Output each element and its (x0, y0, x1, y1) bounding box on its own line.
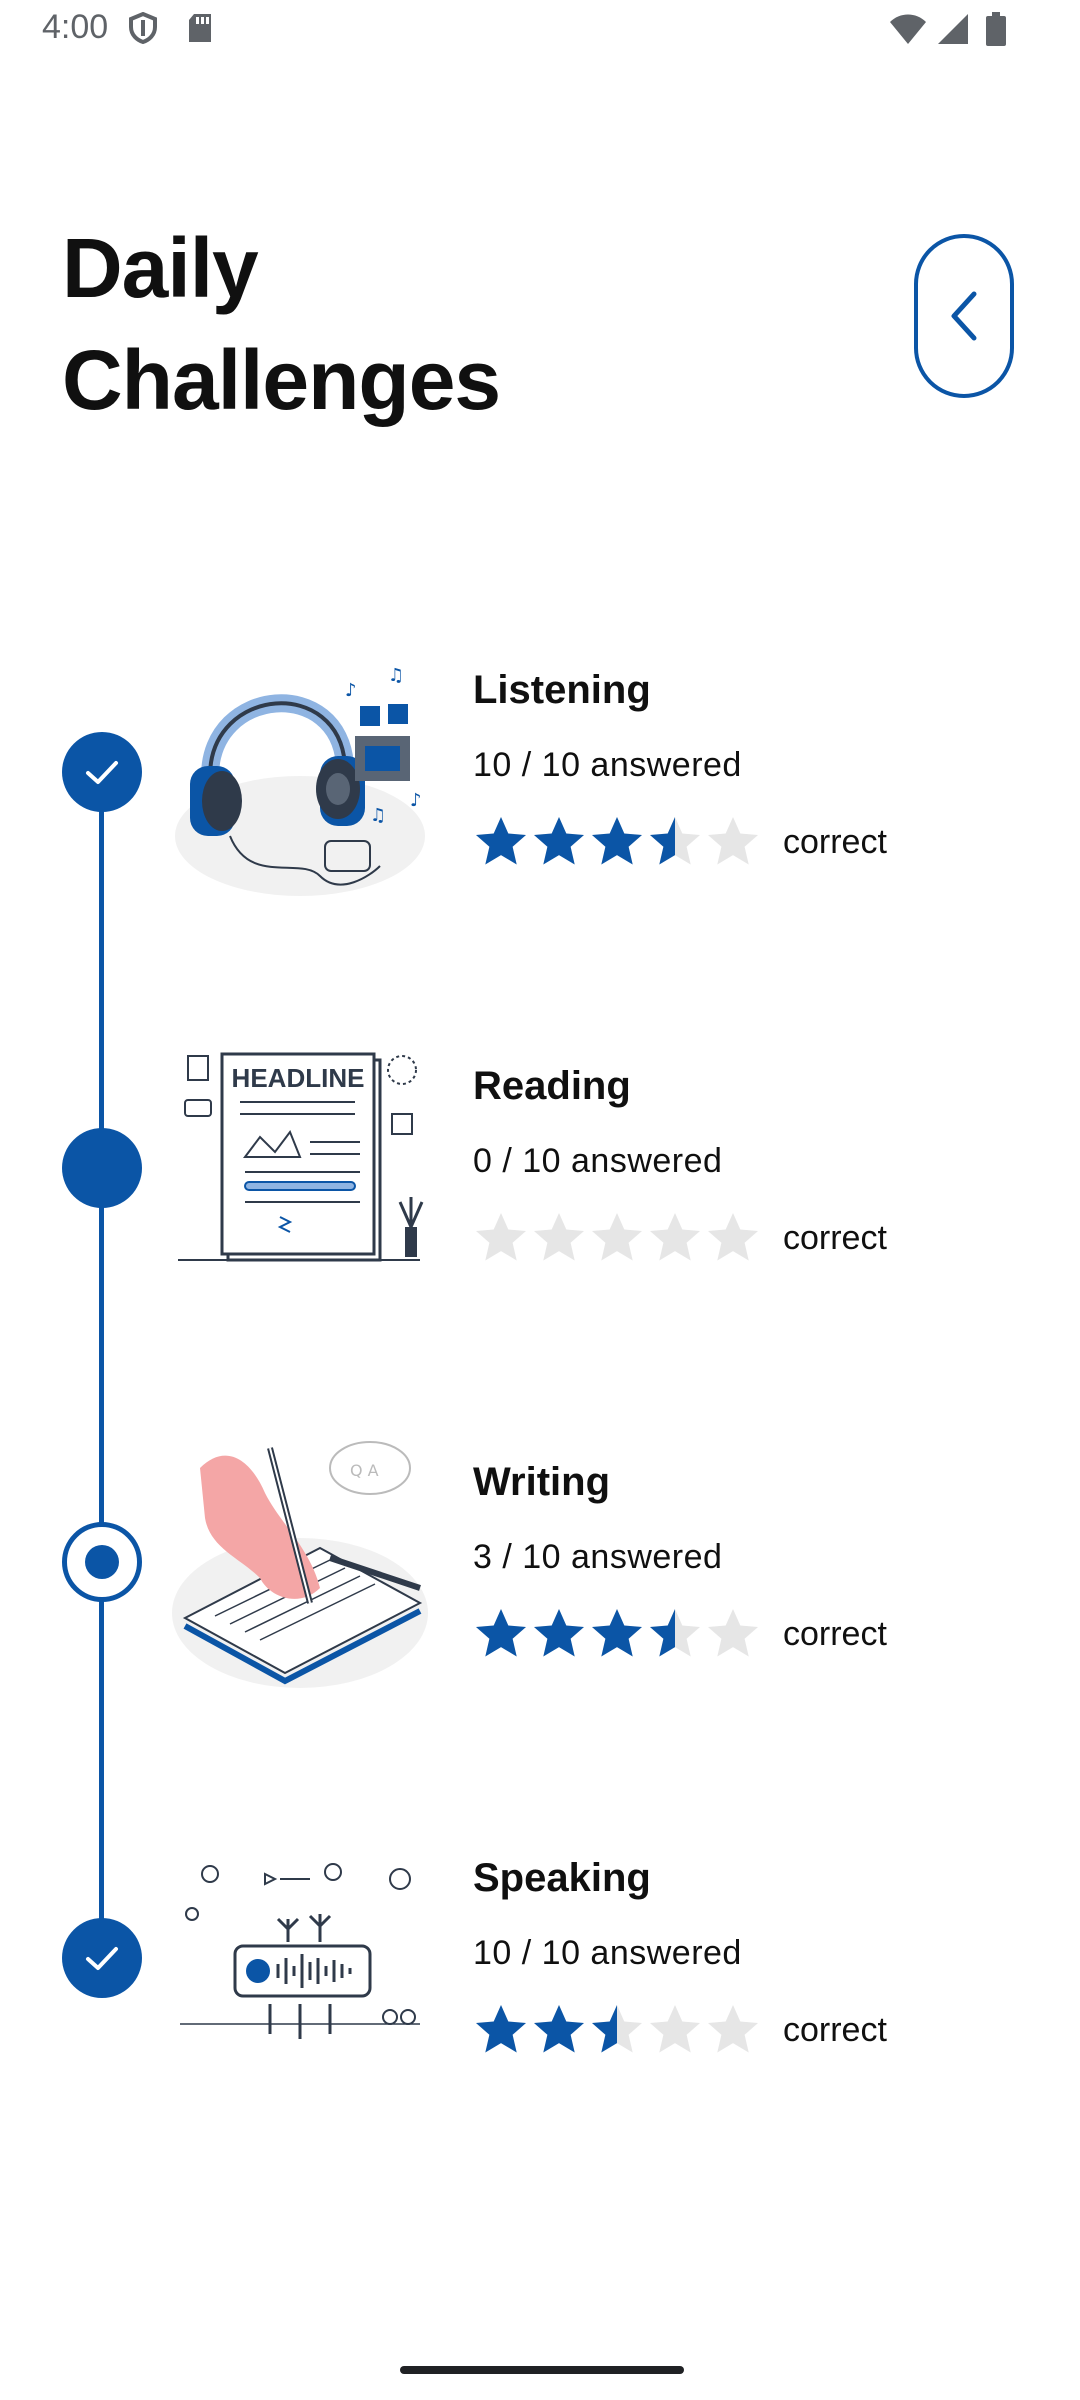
answered-count: 10 / 10 answered (473, 746, 742, 784)
star-rating (473, 814, 761, 870)
svg-text:♫: ♫ (388, 665, 404, 686)
challenge-card-speaking[interactable]: Speaking 10 / 10 answered correct (170, 1834, 1050, 2094)
challenge-title: Speaking (473, 1856, 651, 1900)
challenge-title: Writing (473, 1460, 611, 1504)
star-icon (650, 817, 700, 865)
svg-text:♪: ♪ (410, 790, 422, 811)
star-icon (592, 817, 642, 865)
rating-row: correct (473, 1606, 887, 1662)
star-icon (708, 1213, 758, 1261)
correct-label: correct (783, 1614, 887, 1653)
page-title-line-2: Challenges (62, 333, 501, 427)
newspaper-headline-illustration: HEADLINE (178, 1052, 424, 1262)
star-icon (592, 1609, 642, 1657)
wifi-icon (890, 14, 926, 44)
status-bar: 4:00 (0, 0, 1080, 64)
back-button[interactable] (914, 234, 1014, 398)
page-title-line-1: Daily (62, 221, 259, 315)
challenge-title: Listening (473, 668, 651, 712)
star-icon (650, 1213, 700, 1261)
star-icon (592, 2005, 642, 2053)
timeline-node-in-progress (62, 1522, 142, 1602)
svg-text:♪: ♪ (345, 680, 357, 701)
status-time: 4:00 (42, 8, 109, 46)
answered-count: 3 / 10 answered (473, 1538, 723, 1576)
timeline-node-completed (62, 1918, 142, 1998)
challenge-card-writing[interactable]: Q A Writing 3 / 10 answered correct (170, 1438, 1050, 1698)
headphones-illustration: ♪ ♫ ♪ ♫ (175, 665, 425, 896)
star-icon (650, 1609, 700, 1657)
timeline-node-completed (62, 732, 142, 812)
sd-card-icon (189, 14, 211, 42)
hand-writing-notebook-illustration: Q A (172, 1441, 428, 1688)
timeline-line (99, 766, 104, 1952)
star-icon (476, 1609, 526, 1657)
shield-icon (129, 12, 157, 44)
star-icon (708, 817, 758, 865)
checkmark-icon (86, 761, 118, 784)
star-rating (473, 1210, 761, 1266)
rating-row: correct (473, 1210, 887, 1266)
home-indicator[interactable] (400, 2366, 684, 2374)
challenge-card-listening[interactable]: ♪ ♫ ♪ ♫ Listening 10 / 10 answered corre… (170, 646, 1050, 906)
page-title: Daily Challenges (62, 212, 501, 436)
challenge-title: Reading (473, 1064, 631, 1108)
star-icon (534, 1213, 584, 1261)
correct-label: correct (783, 1218, 887, 1257)
rating-row: correct (473, 2002, 887, 2058)
star-icon (592, 1213, 642, 1261)
star-rating (473, 2002, 761, 2058)
voice-message-illustration (180, 1863, 420, 2039)
star-icon (534, 2005, 584, 2053)
battery-icon (986, 12, 1006, 46)
correct-label: correct (783, 2010, 887, 2049)
star-icon (534, 817, 584, 865)
svg-text:♫: ♫ (370, 805, 386, 826)
daily-challenges-screen: 4:00 Daily Challenges ♪ ♫ ♪ ♫ Listening … (0, 0, 1080, 2400)
star-icon (476, 1213, 526, 1261)
timeline-node-current (62, 1128, 142, 1208)
headline-text: HEADLINE (232, 1063, 365, 1093)
answered-count: 0 / 10 answered (473, 1142, 723, 1180)
star-icon (476, 817, 526, 865)
star-rating (473, 1606, 761, 1662)
signal-icon (938, 14, 968, 44)
answered-count: 10 / 10 answered (473, 1934, 742, 1972)
challenge-card-reading[interactable]: HEADLINE Reading 0 / 10 answered correct (170, 1042, 1050, 1302)
star-icon (708, 1609, 758, 1657)
rating-row: correct (473, 814, 887, 870)
star-icon (534, 1609, 584, 1657)
correct-label: correct (783, 822, 887, 861)
star-icon (476, 2005, 526, 2053)
svg-text:Q A: Q A (350, 1461, 379, 1480)
star-icon (650, 2005, 700, 2053)
checkmark-icon (86, 1947, 118, 1970)
star-icon (708, 2005, 758, 2053)
timeline-node-dot (85, 1545, 119, 1579)
chevron-left-icon (951, 291, 977, 341)
